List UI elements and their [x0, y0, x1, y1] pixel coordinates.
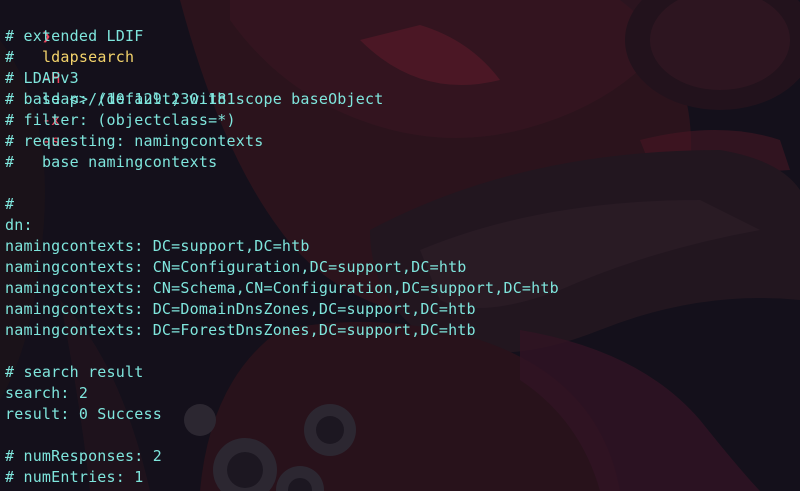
output-line: # [5, 195, 15, 213]
output-line: # filter: (objectclass=*) [5, 111, 236, 129]
output-line: result: 0 Success [5, 405, 162, 423]
output-line: # LDAPv3 [5, 69, 79, 87]
output-line: namingcontexts: DC=support,DC=htb [5, 237, 310, 255]
output-line: # numResponses: 2 [5, 447, 162, 465]
output-line: namingcontexts: CN=Schema,CN=Configurati… [5, 279, 559, 297]
output-line: dn: [5, 216, 33, 234]
command-scope-attr: base namingcontexts [41, 153, 218, 171]
terminal-output: ❯ ldapsearch -H ldap://10.129.230.181 -x… [5, 5, 795, 488]
output-line: # numEntries: 1 [5, 468, 144, 486]
output-line: namingcontexts: DC=DomainDnsZones,DC=sup… [5, 300, 476, 318]
output-line: namingcontexts: CN=Configuration,DC=supp… [5, 258, 467, 276]
command-program: ldapsearch [41, 48, 135, 66]
output-line: # search result [5, 363, 144, 381]
output-line: # extended LDIF [5, 27, 144, 45]
command-line: ❯ ldapsearch -H ldap://10.129.230.181 -x… [5, 5, 795, 171]
output-line: search: 2 [5, 384, 89, 402]
output-line: namingcontexts: DC=ForestDnsZones,DC=sup… [5, 321, 476, 339]
output-line: # requesting: namingcontexts [5, 132, 264, 150]
output-line: # base <> (default) with scope baseObjec… [5, 90, 384, 108]
